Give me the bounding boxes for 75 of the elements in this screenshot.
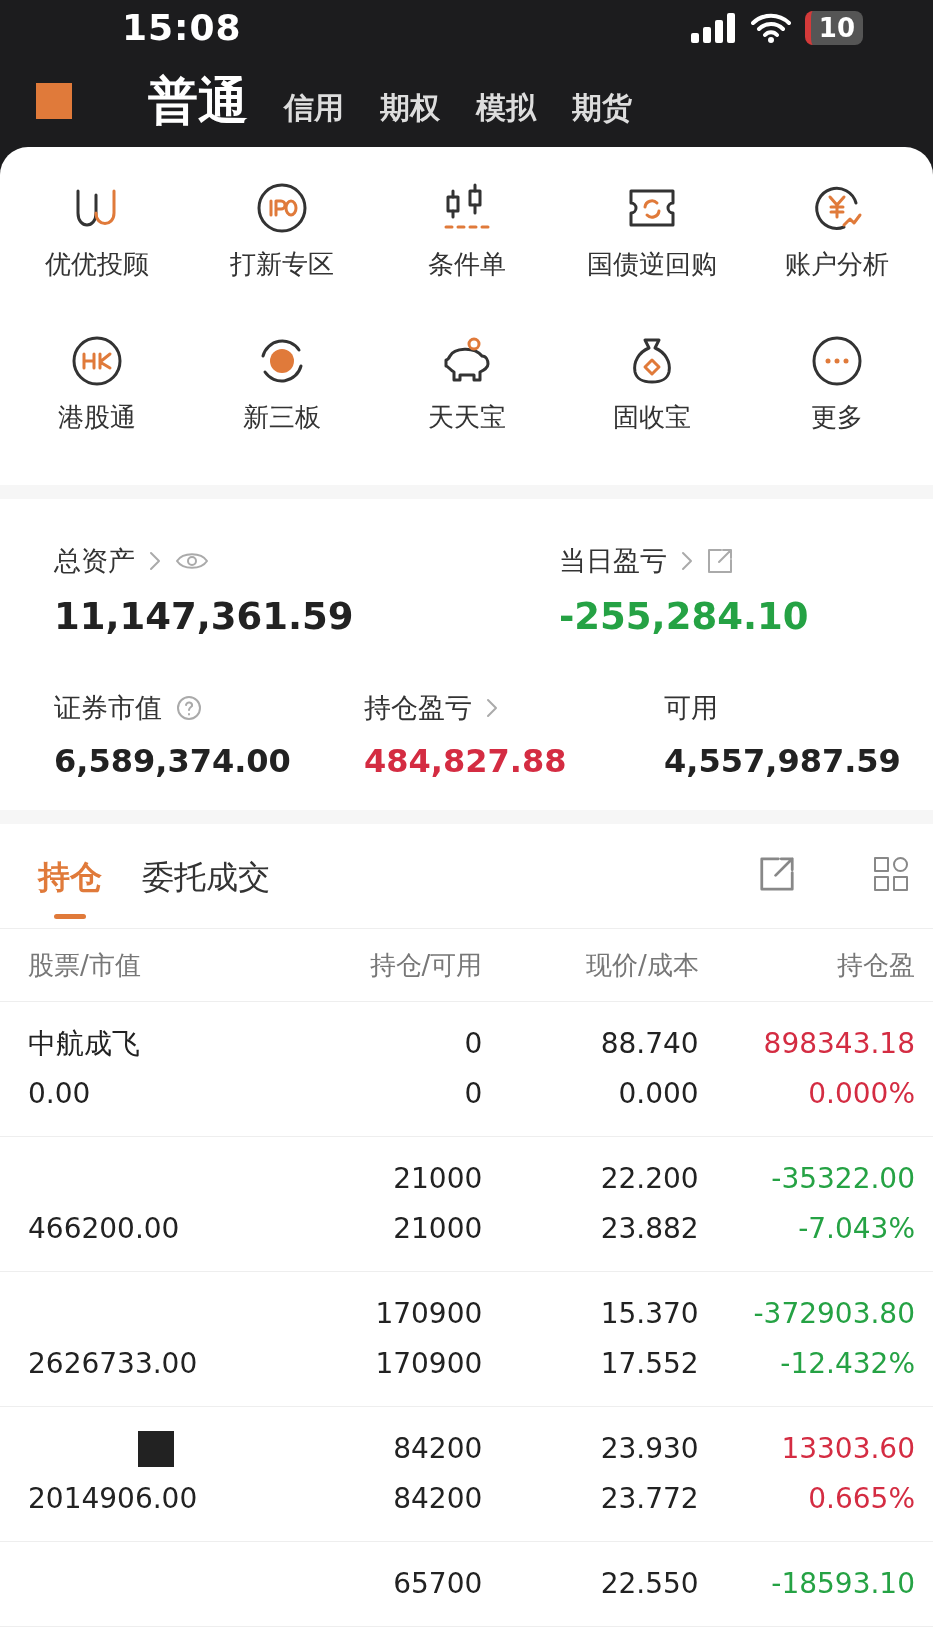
table-cell-text: -35322.00: [770, 1161, 915, 1197]
table-cell-text: 23.930: [599, 1431, 699, 1467]
table-cell-text: 15.370: [599, 1296, 699, 1332]
shortcut-item[interactable]: 更多: [744, 334, 929, 435]
account-tab[interactable]: 普通: [148, 67, 248, 135]
table-cell-text: 0.000%: [807, 1076, 915, 1112]
table-cell-text: 2626733.00: [28, 1346, 199, 1382]
table-cell-text: 170900: [374, 1346, 483, 1382]
summary-label: 总资产: [54, 544, 135, 578]
summary-value: -255,284.10: [559, 595, 810, 638]
column-header: 持仓/可用: [368, 949, 483, 982]
table-cell-text: -12.432%: [779, 1346, 915, 1382]
account-tab[interactable]: 期权: [380, 73, 440, 129]
shortcut-item[interactable]: 新三板: [189, 334, 374, 435]
account-logo: [36, 83, 72, 119]
table-cell-text: 0.665%: [807, 1481, 915, 1517]
table-cell-text: 17.552: [599, 1346, 699, 1382]
wifi-icon: [750, 12, 791, 43]
shortcut-item[interactable]: 港股通: [4, 334, 189, 435]
table-cell-text: 170900: [374, 1296, 483, 1332]
shortcut-item[interactable]: 天天宝: [374, 334, 559, 435]
table-cell-text: 23.882: [599, 1211, 699, 1247]
column-header: 股票/市值: [28, 949, 142, 982]
summary-label: 持仓盈亏: [364, 691, 472, 725]
chevron-right-icon[interactable]: [486, 698, 498, 718]
chevron-right-icon[interactable]: [681, 551, 693, 571]
shortcut-item[interactable]: 条件单: [374, 181, 559, 282]
eye-icon[interactable]: [175, 550, 209, 572]
summary-label: 证券市值: [54, 691, 162, 725]
signal-icon: [690, 12, 737, 43]
share-icon[interactable]: [759, 856, 795, 892]
table-cell-text: 13303.60: [780, 1431, 915, 1467]
table-cell-text: 65700: [392, 1566, 483, 1602]
account-tab[interactable]: 信用: [284, 73, 344, 129]
status-time: 15:08: [122, 7, 242, 48]
column-header: 持仓盈: [836, 949, 915, 982]
shortcut-item[interactable]: 优优投顾: [4, 181, 189, 282]
table-cell-text: 84200: [392, 1481, 483, 1517]
shortcut-item[interactable]: 国债逆回购: [559, 181, 744, 282]
position-tab[interactable]: 委托成交: [142, 856, 270, 900]
shortcut-item[interactable]: 账户分析: [744, 181, 929, 282]
column-header: 现价/成本: [584, 949, 699, 982]
table-cell-text: 84200: [392, 1431, 483, 1467]
table-cell-text: 898343.18: [762, 1026, 915, 1062]
shortcut-item[interactable]: 打新专区: [189, 181, 374, 282]
grid-icon[interactable]: [873, 856, 909, 892]
share-icon[interactable]: [707, 548, 733, 574]
table-cell-text: 2014906.00: [28, 1481, 199, 1517]
shortcut-item[interactable]: 固收宝: [559, 334, 744, 435]
summary-value: 11,147,361.59: [54, 595, 355, 638]
summary-value: 4,557,987.59: [664, 742, 902, 780]
summary-value: 484,827.88: [364, 742, 568, 780]
table-cell-text: 21000: [392, 1161, 483, 1197]
account-tab[interactable]: 模拟: [476, 73, 536, 129]
table-cell-text: -372903.80: [752, 1296, 915, 1332]
table-cell-text: 23.772: [599, 1481, 699, 1517]
table-cell-text: 22.550: [599, 1566, 699, 1602]
chevron-right-icon[interactable]: [149, 551, 161, 571]
table-cell-text: 0: [463, 1076, 483, 1112]
table-cell-text: 0.00: [28, 1076, 92, 1112]
table-cell-text: 88.740: [599, 1026, 699, 1062]
summary-label: 可用: [664, 691, 718, 725]
table-cell-text: 0.000: [617, 1076, 699, 1112]
account-tab[interactable]: 期货: [572, 73, 632, 129]
table-cell-text: 0: [463, 1026, 483, 1062]
summary-label: 当日盈亏: [559, 544, 667, 578]
battery-indicator: 10: [804, 10, 863, 45]
help-icon[interactable]: [176, 695, 202, 721]
table-cell-text: -7.043%: [797, 1211, 915, 1247]
table-cell-text: -18593.10: [770, 1566, 915, 1602]
table-cell-text: 21000: [392, 1211, 483, 1247]
table-cell-text: 22.200: [599, 1161, 699, 1197]
stock-name: 中航成飞: [28, 1026, 140, 1062]
table-cell-text: 466200.00: [28, 1211, 181, 1247]
summary-value: 6,589,374.00: [54, 742, 292, 780]
